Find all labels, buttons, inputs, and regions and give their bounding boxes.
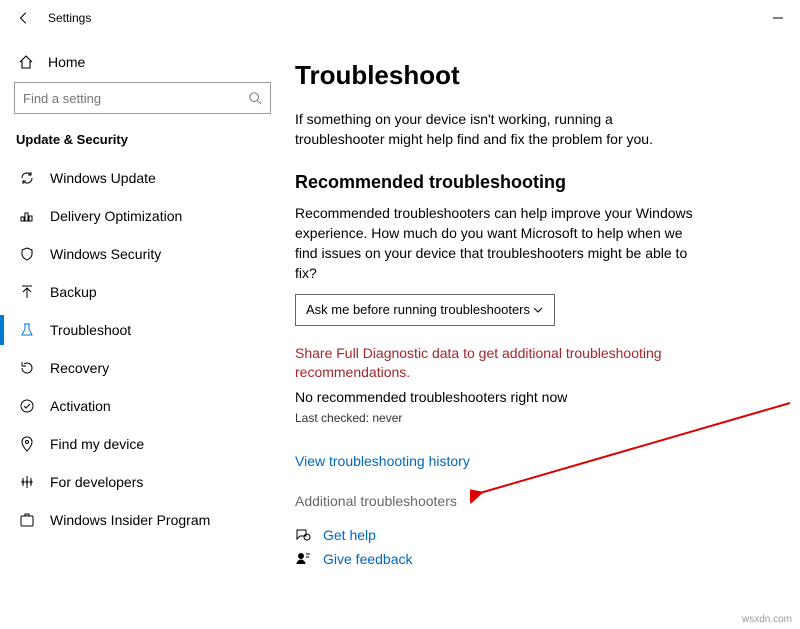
- intro-text: If something on your device isn't workin…: [295, 109, 705, 150]
- window-controls: [755, 3, 800, 33]
- window-title: Settings: [48, 11, 91, 25]
- sidebar-item-windows-security[interactable]: Windows Security: [14, 235, 271, 273]
- recovery-icon: [18, 359, 36, 377]
- sidebar-item-label: For developers: [50, 474, 143, 490]
- get-help-link[interactable]: Get help: [323, 527, 376, 543]
- sidebar-item-activation[interactable]: Activation: [14, 387, 271, 425]
- sidebar-item-label: Troubleshoot: [50, 322, 131, 338]
- back-button[interactable]: [10, 4, 38, 32]
- sidebar-item-backup[interactable]: Backup: [14, 273, 271, 311]
- search-box[interactable]: [14, 82, 271, 114]
- minimize-icon: [773, 13, 783, 23]
- backup-icon: [18, 283, 36, 301]
- developers-icon: [18, 473, 36, 491]
- sidebar-item-windows-update[interactable]: Windows Update: [14, 159, 271, 197]
- home-label: Home: [48, 54, 85, 70]
- sidebar-item-for-developers[interactable]: For developers: [14, 463, 271, 501]
- chat-icon: [295, 527, 311, 543]
- location-icon: [18, 435, 36, 453]
- recommended-body: Recommended troubleshooters can help imp…: [295, 203, 705, 284]
- watermark: wsxdn.com: [742, 614, 792, 625]
- sidebar-item-recovery[interactable]: Recovery: [14, 349, 271, 387]
- view-history-link[interactable]: View troubleshooting history: [295, 453, 770, 469]
- sidebar-item-label: Backup: [50, 284, 97, 300]
- sidebar-item-label: Windows Update: [50, 170, 156, 186]
- get-help-row: Get help: [295, 527, 770, 543]
- home-icon: [18, 54, 34, 70]
- give-feedback-link[interactable]: Give feedback: [323, 551, 413, 567]
- chevron-down-icon: [532, 304, 544, 316]
- no-recommended-text: No recommended troubleshooters right now: [295, 389, 770, 405]
- main-content: Troubleshoot If something on your device…: [275, 36, 800, 629]
- sidebar: Home Update & Security Windows Update De…: [0, 36, 275, 629]
- sidebar-item-label: Activation: [50, 398, 111, 414]
- diagnostic-warning: Share Full Diagnostic data to get additi…: [295, 344, 705, 383]
- sidebar-item-troubleshoot[interactable]: Troubleshoot: [14, 311, 271, 349]
- sidebar-item-delivery-optimization[interactable]: Delivery Optimization: [14, 197, 271, 235]
- sidebar-item-label: Windows Security: [50, 246, 161, 262]
- additional-troubleshooters-link[interactable]: Additional troubleshooters: [295, 493, 770, 509]
- troubleshoot-icon: [18, 321, 36, 339]
- titlebar: Settings: [0, 0, 800, 36]
- sidebar-item-insider-program[interactable]: Windows Insider Program: [14, 501, 271, 539]
- feedback-icon: [295, 551, 311, 567]
- sidebar-item-label: Delivery Optimization: [50, 208, 182, 224]
- home-button[interactable]: Home: [14, 46, 271, 82]
- insider-icon: [18, 511, 36, 529]
- feedback-row: Give feedback: [295, 551, 770, 567]
- troubleshoot-preference-dropdown[interactable]: Ask me before running troubleshooters: [295, 294, 555, 326]
- layout: Home Update & Security Windows Update De…: [0, 36, 800, 629]
- sidebar-item-label: Recovery: [50, 360, 109, 376]
- search-input[interactable]: [23, 91, 248, 106]
- sidebar-item-find-my-device[interactable]: Find my device: [14, 425, 271, 463]
- sync-icon: [18, 169, 36, 187]
- minimize-button[interactable]: [755, 3, 800, 33]
- shield-icon: [18, 245, 36, 263]
- last-checked-text: Last checked: never: [295, 411, 770, 425]
- section-title: Update & Security: [16, 132, 271, 147]
- sidebar-item-label: Find my device: [50, 436, 144, 452]
- page-title: Troubleshoot: [295, 60, 770, 91]
- optimization-icon: [18, 207, 36, 225]
- search-icon: [248, 91, 262, 105]
- sidebar-item-label: Windows Insider Program: [50, 512, 210, 528]
- arrow-left-icon: [17, 11, 31, 25]
- dropdown-value: Ask me before running troubleshooters: [306, 302, 530, 317]
- recommended-heading: Recommended troubleshooting: [295, 172, 770, 193]
- activation-icon: [18, 397, 36, 415]
